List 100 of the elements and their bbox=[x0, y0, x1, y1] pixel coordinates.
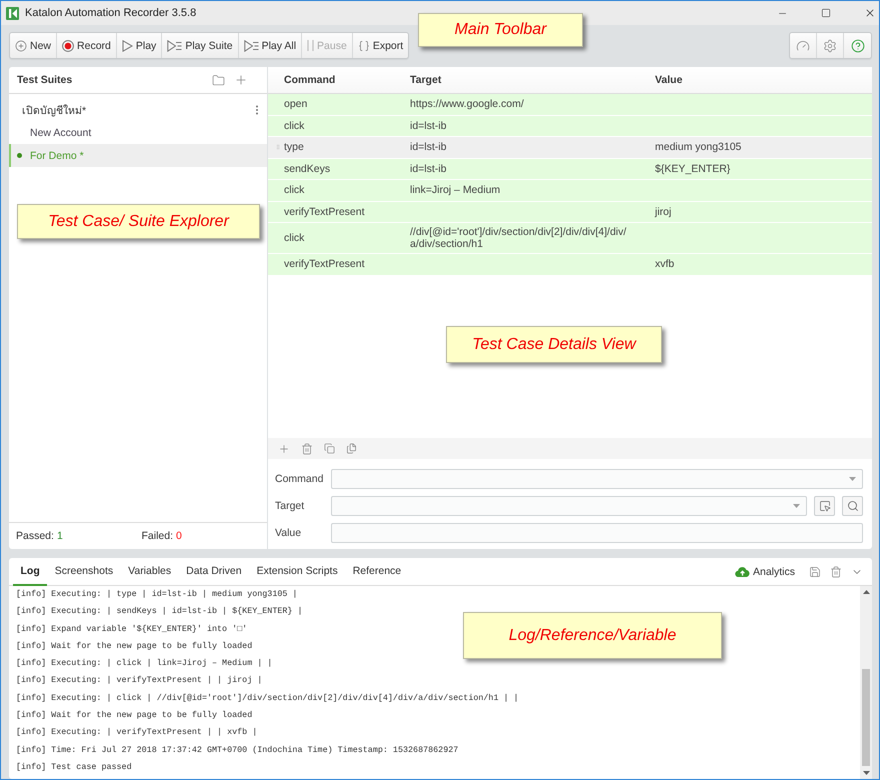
table-cell-text: ${KEY_ENTER} bbox=[654, 162, 732, 177]
command-row[interactable]: verifyTextPresent xvfb bbox=[268, 254, 872, 276]
field-label: Value bbox=[275, 527, 302, 539]
gauge-icon bbox=[796, 38, 810, 52]
field-label: Target bbox=[275, 500, 306, 512]
paste-command-button[interactable] bbox=[346, 443, 357, 454]
dropdown-caret-icon bbox=[793, 504, 800, 508]
pause-icon bbox=[307, 40, 314, 51]
toolbar-button[interactable]: Play bbox=[116, 33, 162, 58]
delete-command-button[interactable] bbox=[301, 442, 313, 454]
table-cell-text: verifyTextPresent bbox=[284, 257, 366, 272]
failed-count: 0 bbox=[176, 530, 182, 542]
window-title: Katalon Automation Recorder 3.5.8 bbox=[25, 7, 198, 19]
toolbar-button[interactable]: Record bbox=[57, 33, 117, 58]
table-cell-text: sendKeys bbox=[284, 162, 332, 177]
command-row[interactable]: verifyTextPresent jiroj bbox=[268, 202, 872, 223]
toolbar-button[interactable]: Play Suite bbox=[162, 33, 239, 58]
table-cell-text: click bbox=[284, 118, 306, 134]
table-cell-text: link=Jiroj – Medium bbox=[409, 183, 502, 198]
table-cell-text: jiroj bbox=[654, 204, 672, 220]
copy-command-button[interactable] bbox=[324, 443, 335, 454]
column-header: Value bbox=[654, 74, 684, 86]
toolbar-button[interactable]: Play All bbox=[238, 33, 302, 58]
add-icon bbox=[278, 442, 290, 454]
scroll-up-icon[interactable] bbox=[862, 590, 870, 594]
pointer-square-icon bbox=[818, 500, 830, 512]
panel-tab[interactable]: Log bbox=[13, 558, 48, 586]
annotation-callout: Main Toolbar bbox=[418, 13, 583, 47]
log-line: [info] Executing: | sendKeys | id=lst-ib | ${KEY_ENTER} | bbox=[16, 605, 302, 618]
log-line: [info] Executing: | verifyTextPresent | | jiroj | bbox=[16, 674, 262, 688]
table-cell-text: open bbox=[284, 97, 308, 112]
braces-icon bbox=[358, 40, 370, 52]
annotation-callout: Log/Reference/Variable bbox=[463, 612, 722, 659]
log-line: [info] Wait for the new page to be fully loaded bbox=[16, 709, 252, 722]
folder-icon[interactable] bbox=[212, 74, 225, 86]
value-input[interactable] bbox=[331, 523, 863, 543]
add-circle-icon bbox=[15, 40, 27, 52]
cloud-upload-icon bbox=[734, 566, 750, 577]
passed-count: 1 bbox=[56, 530, 63, 542]
trash-icon bbox=[301, 442, 313, 454]
command-row[interactable]: open https://www.google.com/ bbox=[268, 94, 872, 116]
select-target-button[interactable] bbox=[814, 496, 835, 516]
command-row[interactable]: click link=Jiroj – Medium bbox=[268, 180, 872, 202]
log-line: [info] Test case passed bbox=[16, 760, 132, 774]
log-line: [info] Expand variable '${KEY_ENTER}' into '□' bbox=[16, 622, 248, 636]
column-header: Command bbox=[283, 74, 336, 86]
add-icon[interactable] bbox=[234, 73, 248, 87]
dropdown-caret-icon bbox=[849, 477, 856, 481]
record-icon bbox=[62, 40, 74, 52]
play-list-icon bbox=[244, 40, 259, 52]
log-line: [info] Executing: | click | //div[@id='root']/div/section/div[2]/div/div[4]/div/a/div/section/h1 | | bbox=[16, 692, 519, 705]
command-row[interactable]: sendKeys id=lst-ib ${KEY_ENTER} bbox=[268, 158, 872, 180]
app-logo-icon bbox=[6, 6, 19, 20]
field-label: Command bbox=[275, 473, 324, 485]
log-line: [info] Executing: | type | id=lst-ib | medium yong3105 | bbox=[16, 588, 298, 601]
table-cell-text: https://www.google.com/ bbox=[409, 97, 525, 112]
column-header: Target bbox=[409, 74, 442, 86]
toolbar-button[interactable]: New bbox=[10, 33, 58, 58]
panel-tab[interactable]: Reference bbox=[345, 558, 409, 586]
table-cell-text: //div[@id='root']/div/section/div[2]/div/div[4]/div/a/div/section/h1 bbox=[409, 225, 628, 252]
annotation-callout: Test Case/ Suite Explorer bbox=[17, 204, 260, 239]
status-dot-icon bbox=[17, 153, 22, 158]
passed-label: Passed: bbox=[16, 530, 54, 542]
settings-icon bbox=[823, 38, 837, 52]
copy-icon bbox=[324, 443, 335, 454]
log-line: [info] Executing: | verifyTextPresent | | xvfb | bbox=[16, 726, 258, 740]
command-row[interactable]: click //div[@id='root']/div/section/div[2]/div/div[4]/div/a/div/section/h1 bbox=[268, 223, 872, 254]
failed-label: Failed: bbox=[142, 530, 174, 542]
toolbar-button[interactable]: Export bbox=[352, 33, 408, 58]
command-row[interactable]: click id=lst-ib bbox=[268, 116, 872, 137]
search-icon bbox=[846, 500, 858, 512]
scroll-down-icon[interactable] bbox=[862, 771, 870, 775]
analytics-button[interactable]: Analytics bbox=[734, 566, 795, 578]
panel-tab[interactable]: Screenshots bbox=[47, 558, 121, 586]
panel-tab[interactable]: Data Driven bbox=[178, 558, 250, 586]
play-icon bbox=[122, 40, 133, 52]
table-cell-text: click bbox=[284, 231, 306, 246]
suite-name[interactable]: เปิดบัญชีใหม่* bbox=[22, 102, 86, 118]
panel-title: Test Suites bbox=[17, 74, 74, 86]
play-list-icon bbox=[167, 40, 182, 52]
trash-icon[interactable] bbox=[830, 566, 842, 578]
stacked-pages-icon bbox=[346, 443, 357, 454]
log-line: [info] Executing: | click | link=Jiroj – Medium | | bbox=[16, 657, 272, 670]
table-cell-text: medium yong3105 bbox=[654, 140, 742, 156]
scrollbar-thumb[interactable] bbox=[862, 669, 870, 766]
test-case-item[interactable]: New Account bbox=[9, 121, 267, 144]
help-icon bbox=[850, 38, 864, 52]
find-button[interactable] bbox=[842, 496, 863, 516]
table-cell-text: id=lst-ib bbox=[409, 162, 448, 177]
panel-tab[interactable]: Extension Scripts bbox=[249, 558, 346, 586]
add-command-button[interactable] bbox=[278, 442, 290, 454]
log-line: [info] Wait for the new page to be fully loaded bbox=[16, 640, 252, 653]
save-icon[interactable] bbox=[809, 566, 821, 578]
table-cell-text: click bbox=[284, 183, 306, 198]
table-cell-text: xvfb bbox=[654, 257, 676, 272]
annotation-callout: Test Case Details View bbox=[446, 326, 662, 363]
panel-tab[interactable]: Variables bbox=[120, 558, 179, 586]
table-cell-text: id=lst-ib bbox=[409, 118, 448, 134]
table-cell-text: type bbox=[284, 140, 305, 156]
command-row[interactable]: type id=lst-ib medium yong3105 bbox=[268, 137, 872, 158]
